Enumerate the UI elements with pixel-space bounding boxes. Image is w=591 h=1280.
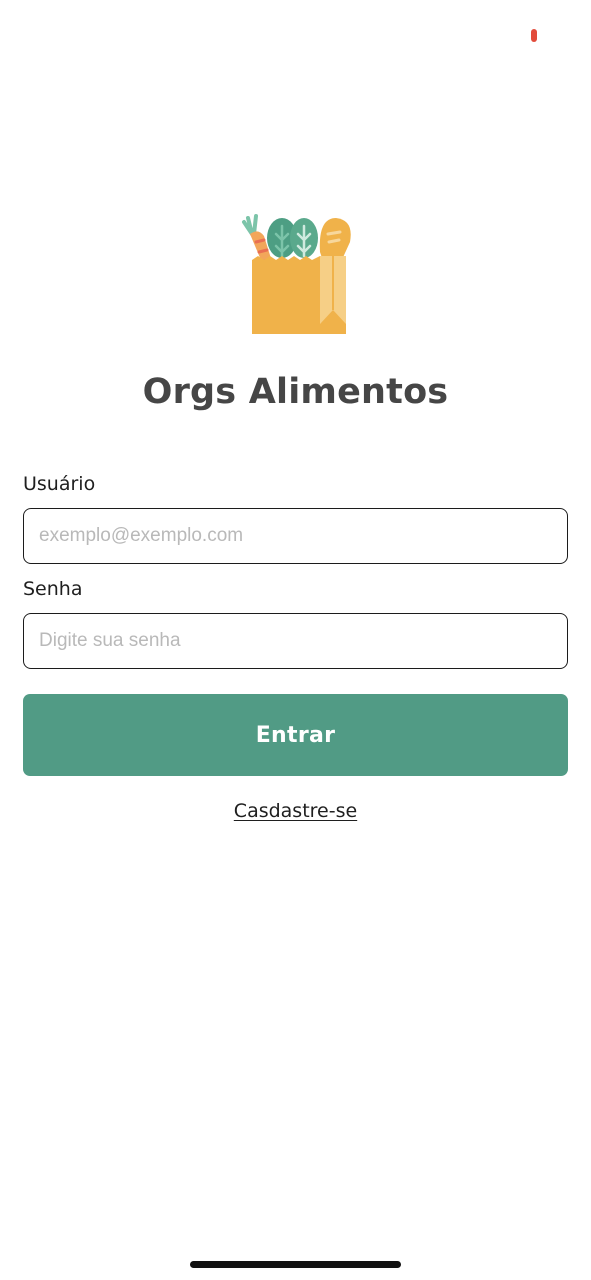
password-label: Senha [23,578,83,600]
grocery-bag-icon [242,214,351,334]
login-button[interactable]: Entrar [23,694,568,776]
home-indicator[interactable] [190,1261,401,1268]
user-input[interactable] [23,508,568,564]
register-link[interactable]: Casdastre-se [234,800,357,822]
password-input[interactable] [23,613,568,669]
user-label: Usuário [23,473,96,495]
register-link-container: Casdastre-se [0,798,591,824]
app-title: Orgs Alimentos [142,372,449,412]
recording-indicator [531,29,537,42]
